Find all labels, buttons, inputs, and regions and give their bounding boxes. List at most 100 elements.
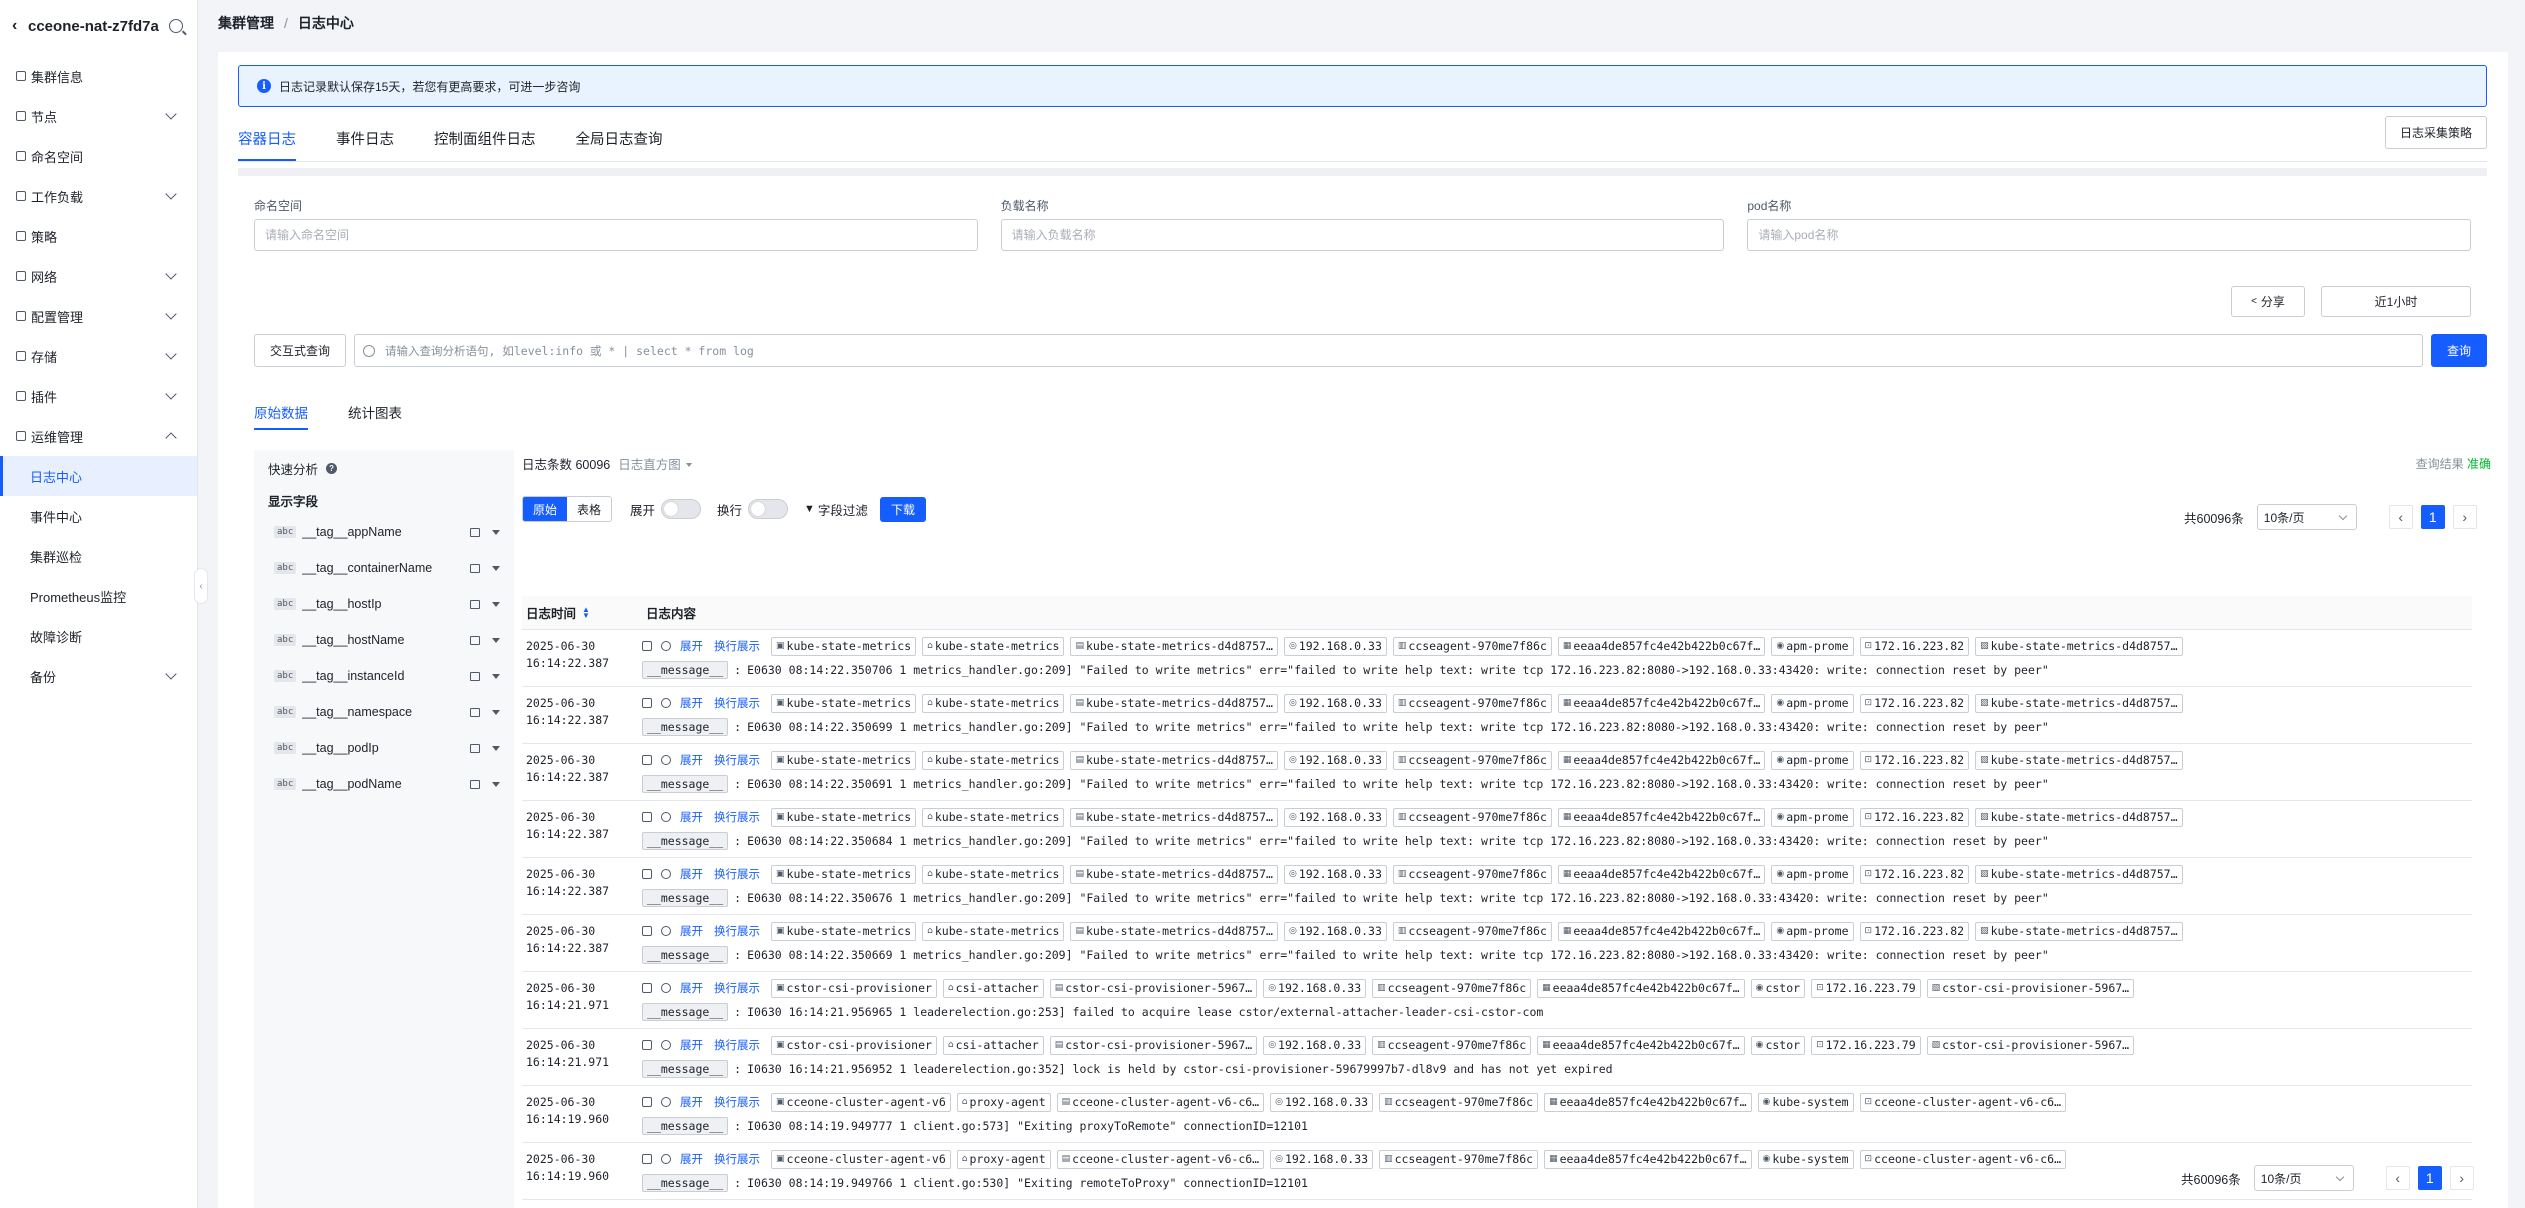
row-expand-link[interactable]: 展开 bbox=[680, 638, 703, 654]
stats-icon[interactable] bbox=[470, 671, 480, 681]
query-button[interactable]: 查询 bbox=[2431, 334, 2487, 367]
log-tag[interactable]: ⊡ cceone-cluster-agent-v6-c6… bbox=[1859, 1092, 2067, 1112]
log-tag[interactable]: ⊡ 172.16.223.82 bbox=[1859, 693, 1970, 713]
message-key[interactable]: __message__ bbox=[642, 661, 729, 679]
breadcrumb-parent[interactable]: 集群管理 bbox=[218, 13, 274, 33]
log-tag[interactable]: ⊡ cceone-cluster-agent-v6-c6… bbox=[1859, 1149, 2067, 1169]
query-input[interactable] bbox=[385, 343, 2422, 358]
sidebar-item-plugins[interactable]: 插件 bbox=[0, 376, 197, 416]
log-tag[interactable]: ▥ ccseagent-970me7f86c bbox=[1379, 1149, 1539, 1169]
share-button[interactable]: < 分享 bbox=[2231, 286, 2305, 317]
sidebar-item-policies[interactable]: 策略 bbox=[0, 216, 197, 256]
log-tag[interactable]: ▧ kube-state-metrics-d4d8757… bbox=[1975, 693, 2183, 713]
sidebar-subitem-log-center[interactable]: 日志中心 bbox=[0, 456, 197, 496]
prev-page-button[interactable]: ‹ bbox=[2385, 1166, 2410, 1190]
log-tag[interactable]: ⌂ kube-state-metrics bbox=[922, 921, 1065, 941]
log-tag[interactable]: ▣ cstor-csi-provisioner bbox=[771, 978, 937, 998]
log-tag[interactable]: ▣ kube-state-metrics bbox=[771, 750, 917, 770]
copy-icon[interactable] bbox=[642, 1040, 652, 1050]
col-time-header[interactable]: 日志时间 ▲ ▼ bbox=[522, 603, 642, 622]
search-context-icon[interactable] bbox=[661, 698, 671, 708]
log-tag[interactable]: ▥ ccseagent-970me7f86c bbox=[1392, 750, 1552, 770]
log-tag[interactable]: ▤ cstor-csi-provisioner-5967… bbox=[1049, 1035, 1258, 1055]
log-tag[interactable]: ◎ 192.168.0.33 bbox=[1283, 921, 1387, 941]
caret-down-icon[interactable] bbox=[492, 601, 500, 607]
message-key[interactable]: __message__ bbox=[642, 1174, 729, 1192]
log-tag[interactable]: ▧ cstor-csi-provisioner-5967… bbox=[1926, 978, 2135, 998]
log-tag[interactable]: ▦ eeaa4de857fc4e42b422b0c67f… bbox=[1537, 978, 1745, 998]
log-tag[interactable]: ◎ 192.168.0.33 bbox=[1263, 1035, 1367, 1055]
log-tag[interactable]: ⊡ 172.16.223.82 bbox=[1859, 864, 1970, 884]
log-tag[interactable]: ◎ 192.168.0.33 bbox=[1270, 1092, 1374, 1112]
row-wrap-link[interactable]: 换行展示 bbox=[714, 923, 760, 939]
stats-icon[interactable] bbox=[470, 743, 480, 753]
log-tag[interactable]: ▧ kube-state-metrics-d4d8757… bbox=[1975, 921, 2183, 941]
copy-icon[interactable] bbox=[642, 1154, 652, 1164]
search-context-icon[interactable] bbox=[661, 755, 671, 765]
row-expand-link[interactable]: 展开 bbox=[680, 809, 703, 825]
log-tag[interactable]: ▤ kube-state-metrics-d4d8757… bbox=[1070, 864, 1278, 884]
field-row[interactable]: abc __tag__hostName bbox=[266, 622, 502, 658]
sort-icon[interactable]: ▲ ▼ bbox=[582, 605, 590, 619]
log-tag[interactable]: ▦ eeaa4de857fc4e42b422b0c67f… bbox=[1544, 1092, 1752, 1112]
search-context-icon[interactable] bbox=[661, 869, 671, 879]
tab-control-plane-logs[interactable]: 控制面组件日志 bbox=[434, 128, 536, 161]
caret-down-icon[interactable] bbox=[492, 745, 500, 751]
log-tag[interactable]: ⌂ kube-state-metrics bbox=[922, 750, 1065, 770]
sidebar-subitem-inspection[interactable]: 集群巡检 bbox=[0, 536, 197, 576]
copy-icon[interactable] bbox=[642, 812, 652, 822]
stats-icon[interactable] bbox=[470, 527, 480, 537]
caret-down-icon[interactable] bbox=[492, 709, 500, 715]
tab-global-log-query[interactable]: 全局日志查询 bbox=[576, 128, 663, 161]
copy-icon[interactable] bbox=[642, 755, 652, 765]
log-tag[interactable]: ⌂ kube-state-metrics bbox=[922, 636, 1065, 656]
log-tag[interactable]: ⌂ kube-state-metrics bbox=[922, 807, 1065, 827]
log-tag[interactable]: ▤ kube-state-metrics-d4d8757… bbox=[1070, 750, 1278, 770]
log-tag[interactable]: ▥ ccseagent-970me7f86c bbox=[1392, 864, 1552, 884]
log-tag[interactable]: ▦ eeaa4de857fc4e42b422b0c67f… bbox=[1537, 1035, 1745, 1055]
log-tag[interactable]: ⊡ 172.16.223.79 bbox=[1811, 978, 1921, 998]
message-key[interactable]: __message__ bbox=[642, 946, 729, 964]
log-tag[interactable]: ▧ kube-state-metrics-d4d8757… bbox=[1975, 636, 2183, 656]
row-expand-link[interactable]: 展开 bbox=[680, 1151, 703, 1167]
message-key[interactable]: __message__ bbox=[642, 1003, 729, 1021]
log-tag[interactable]: ▦ eeaa4de857fc4e42b422b0c67f… bbox=[1557, 750, 1766, 770]
back-arrow-icon[interactable]: ‹ bbox=[12, 17, 26, 35]
log-tag[interactable]: ▦ eeaa4de857fc4e42b422b0c67f… bbox=[1557, 636, 1766, 656]
search-context-icon[interactable] bbox=[661, 983, 671, 993]
row-expand-link[interactable]: 展开 bbox=[680, 980, 703, 996]
copy-icon[interactable] bbox=[642, 698, 652, 708]
next-page-button[interactable]: › bbox=[2449, 1166, 2474, 1190]
row-expand-link[interactable]: 展开 bbox=[680, 923, 703, 939]
log-tag[interactable]: ◎ 192.168.0.33 bbox=[1270, 1149, 1374, 1169]
message-key[interactable]: __message__ bbox=[642, 1117, 729, 1135]
field-row[interactable]: abc __tag__instanceId bbox=[266, 658, 502, 694]
sidebar-subitem-diagnosis[interactable]: 故障诊断 bbox=[0, 616, 197, 656]
tab-raw-data[interactable]: 原始数据 bbox=[254, 402, 308, 430]
message-key[interactable]: __message__ bbox=[642, 889, 729, 907]
log-tag[interactable]: ▦ eeaa4de857fc4e42b422b0c67f… bbox=[1544, 1149, 1752, 1169]
sidebar-item-cluster-info[interactable]: 集群信息 bbox=[0, 56, 197, 96]
message-key[interactable]: __message__ bbox=[642, 775, 729, 793]
log-tag[interactable]: ⊡ 172.16.223.79 bbox=[1811, 1035, 1921, 1055]
row-expand-link[interactable]: 展开 bbox=[680, 752, 703, 768]
sidebar-collapse-handle[interactable]: ‹ bbox=[194, 568, 208, 604]
log-tag[interactable]: ◉ apm-prome bbox=[1771, 636, 1854, 656]
search-context-icon[interactable] bbox=[661, 926, 671, 936]
row-expand-link[interactable]: 展开 bbox=[680, 1094, 703, 1110]
log-tag[interactable]: ▦ eeaa4de857fc4e42b422b0c67f… bbox=[1557, 864, 1766, 884]
copy-icon[interactable] bbox=[642, 1097, 652, 1107]
log-tag[interactable]: ⊡ 172.16.223.82 bbox=[1859, 807, 1970, 827]
log-tag[interactable]: ▥ ccseagent-970me7f86c bbox=[1392, 693, 1552, 713]
histogram-toggle[interactable]: 日志直方图 bbox=[618, 454, 692, 473]
caret-down-icon[interactable] bbox=[492, 673, 500, 679]
row-expand-link[interactable]: 展开 bbox=[680, 695, 703, 711]
log-tag[interactable]: ▧ kube-state-metrics-d4d8757… bbox=[1975, 807, 2183, 827]
sidebar-item-namespaces[interactable]: 命名空间 bbox=[0, 136, 197, 176]
view-mode-table[interactable]: 表格 bbox=[567, 497, 611, 521]
log-tag[interactable]: ▤ cstor-csi-provisioner-5967… bbox=[1049, 978, 1258, 998]
search-context-icon[interactable] bbox=[661, 812, 671, 822]
interactive-query-button[interactable]: 交互式查询 bbox=[254, 334, 346, 367]
field-row[interactable]: abc __tag__containerName bbox=[266, 550, 502, 586]
log-tag[interactable]: ▧ kube-state-metrics-d4d8757… bbox=[1975, 864, 2183, 884]
